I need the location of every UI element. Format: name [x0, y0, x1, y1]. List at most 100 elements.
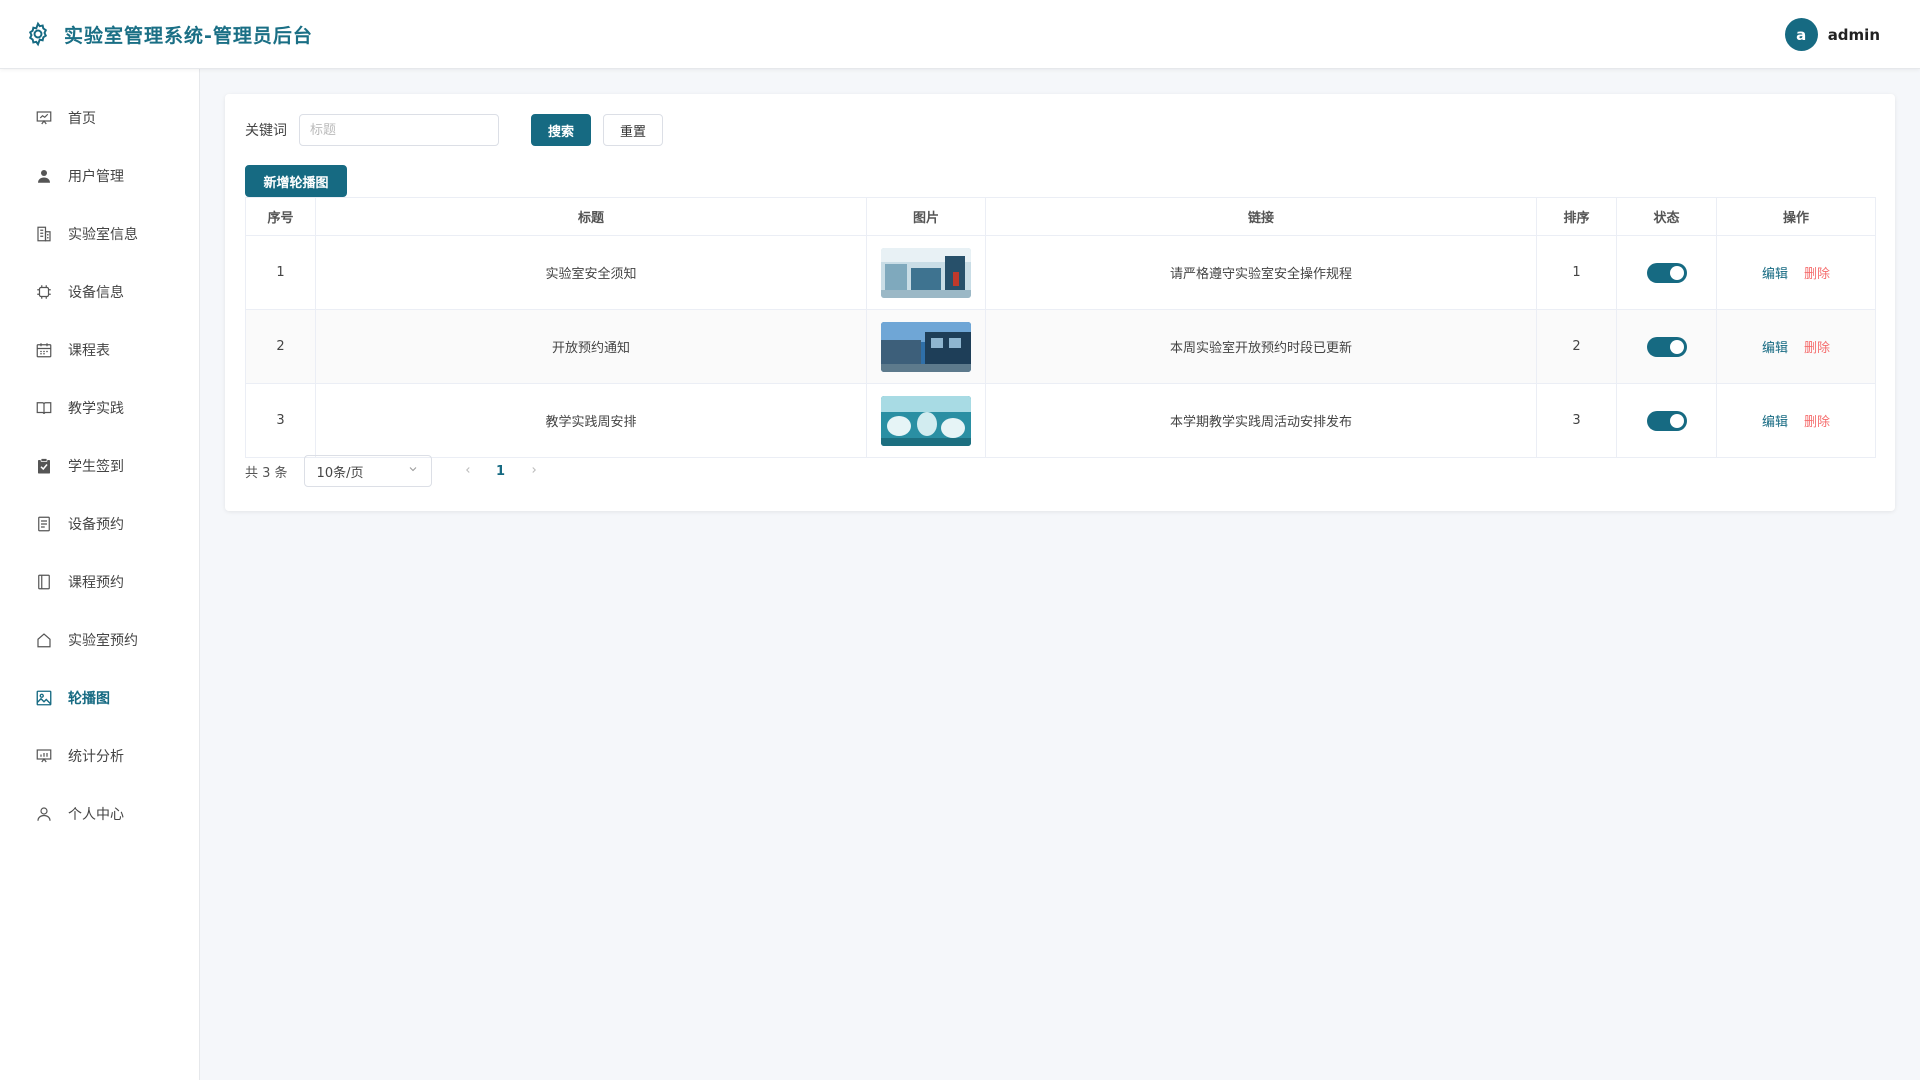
presentation-board-icon [34, 108, 54, 128]
edit-link[interactable]: 编辑 [1762, 415, 1788, 430]
cell-title: 开放预约通知 [315, 309, 867, 384]
building-icon [34, 224, 54, 244]
cell-image [866, 309, 986, 384]
toggle-knob [1669, 339, 1684, 354]
sidebar-item-home[interactable]: 首页 [0, 89, 199, 147]
cell-status [1616, 383, 1717, 458]
status-toggle[interactable] [1646, 410, 1687, 431]
carousel-thumbnail[interactable] [881, 321, 971, 372]
sidebar-item-statistics[interactable]: 统计分析 [0, 727, 199, 785]
search-bar: 关键词 搜索 重置 [245, 114, 663, 146]
carousel-thumbnail[interactable] [881, 247, 971, 298]
sidebar-item-teaching-practice[interactable]: 教学实践 [0, 379, 199, 437]
status-toggle[interactable] [1646, 336, 1687, 357]
status-toggle[interactable] [1646, 262, 1687, 283]
keyword-input[interactable] [299, 114, 499, 146]
gear-icon [24, 20, 52, 48]
house-icon [34, 630, 54, 650]
cell-image [866, 383, 986, 458]
user-menu[interactable]: a admin [1784, 18, 1880, 51]
cell-status [1616, 235, 1717, 310]
sidebar-item-label: 课程表 [68, 343, 110, 359]
cell-title: 实验室安全须知 [315, 235, 867, 310]
header-status: 状态 [1616, 197, 1717, 236]
sidebar-item-carousel[interactable]: 轮播图 [0, 669, 199, 727]
delete-link[interactable]: 删除 [1804, 415, 1830, 430]
sidebar-item-users[interactable]: 用户管理 [0, 147, 199, 205]
sidebar-item-label: 用户管理 [68, 169, 124, 185]
sidebar-item-equipment-info[interactable]: 设备信息 [0, 263, 199, 321]
edit-link[interactable]: 编辑 [1762, 341, 1788, 356]
open-book-icon [34, 398, 54, 418]
carousel-table: 序号 标题 图片 链接 排序 状态 操作 1 实验室安全须知 请严格遵守实验室安… [245, 197, 1876, 458]
add-carousel-button[interactable]: 新增轮播图 [245, 165, 347, 197]
sidebar-item-timetable[interactable]: 课程表 [0, 321, 199, 379]
chevron-left-icon [465, 467, 470, 473]
table-header-row: 序号 标题 图片 链接 排序 状态 操作 [245, 197, 1876, 236]
sidebar-item-label: 实验室预约 [68, 633, 138, 649]
sidebar-item-label: 轮播图 [68, 691, 110, 707]
sidebar-item-label: 设备预约 [68, 517, 124, 533]
sidebar: 首页 用户管理 实验室信息 设备信息 课程表 教学实践 学生签到 设备预约 课程… [0, 69, 200, 1080]
page-number-current[interactable]: 1 [480, 464, 522, 479]
sidebar-item-label: 实验室信息 [68, 227, 138, 243]
chevron-down-icon [407, 463, 419, 479]
table-row: 1 实验室安全须知 请严格遵守实验室安全操作规程 1 编辑 删除 [245, 235, 1876, 310]
sidebar-item-label: 首页 [68, 111, 96, 127]
sidebar-item-label: 教学实践 [68, 401, 124, 417]
sidebar-item-lab-info[interactable]: 实验室信息 [0, 205, 199, 263]
chip-icon [34, 282, 54, 302]
header-actions: 操作 [1716, 197, 1876, 236]
app-title: 实验室管理系统-管理员后台 [64, 24, 313, 47]
clipboard-check-icon [34, 456, 54, 476]
page-size-select[interactable]: 10条/页 [303, 455, 432, 487]
edit-link[interactable]: 编辑 [1762, 267, 1788, 282]
sidebar-item-profile[interactable]: 个人中心 [0, 785, 199, 843]
sidebar-item-lab-booking[interactable]: 实验室预约 [0, 611, 199, 669]
search-button[interactable]: 搜索 [531, 114, 591, 146]
cell-order: 3 [1536, 383, 1617, 458]
carousel-list-card: 关键词 搜索 重置 新增轮播图 序号 标题 图片 链接 排 [225, 94, 1895, 511]
prev-page-button[interactable] [456, 463, 480, 479]
sidebar-menu: 首页 用户管理 实验室信息 设备信息 课程表 教学实践 学生签到 设备预约 课程… [0, 69, 199, 843]
table-row: 2 开放预约通知 本周实验室开放预约时段已更新 2 编辑 删除 [245, 309, 1876, 384]
chevron-right-icon [531, 467, 536, 473]
top-header: 实验室管理系统-管理员后台 a admin [0, 0, 1920, 69]
cell-actions: 编辑 删除 [1716, 309, 1876, 384]
keyword-label: 关键词 [245, 123, 287, 139]
cell-order: 1 [1536, 235, 1617, 310]
cell-status [1616, 309, 1717, 384]
toggle-knob [1669, 413, 1684, 428]
page-size-value: 10条/页 [316, 465, 364, 481]
reset-button[interactable]: 重置 [603, 114, 663, 146]
sidebar-item-label: 统计分析 [68, 749, 124, 765]
cell-link: 本学期教学实践周活动安排发布 [985, 383, 1537, 458]
sidebar-item-label: 学生签到 [68, 459, 124, 475]
sidebar-item-label: 课程预约 [68, 575, 124, 591]
delete-link[interactable]: 删除 [1804, 267, 1830, 282]
cell-link: 本周实验室开放预约时段已更新 [985, 309, 1537, 384]
header-title: 标题 [315, 197, 867, 236]
document-icon [34, 514, 54, 534]
header-order: 排序 [1536, 197, 1617, 236]
calendar-icon [34, 340, 54, 360]
delete-link[interactable]: 删除 [1804, 341, 1830, 356]
avatar[interactable]: a [1784, 18, 1818, 51]
cell-index: 2 [245, 309, 316, 384]
cell-index: 3 [245, 383, 316, 458]
sidebar-item-student-checkin[interactable]: 学生签到 [0, 437, 199, 495]
cell-index: 1 [245, 235, 316, 310]
sidebar-item-label: 设备信息 [68, 285, 124, 301]
toggle-knob [1669, 265, 1684, 280]
sidebar-item-course-booking[interactable]: 课程预约 [0, 553, 199, 611]
total-count: 共 3 条 [245, 465, 288, 481]
cell-link: 请严格遵守实验室安全操作规程 [985, 235, 1537, 310]
next-page-button[interactable] [522, 463, 546, 479]
sidebar-item-label: 个人中心 [68, 807, 124, 823]
sidebar-item-equipment-booking[interactable]: 设备预约 [0, 495, 199, 553]
cell-title: 教学实践周安排 [315, 383, 867, 458]
chart-board-icon [34, 746, 54, 766]
header-image: 图片 [866, 197, 986, 236]
carousel-thumbnail[interactable] [881, 395, 971, 446]
username[interactable]: admin [1828, 26, 1880, 44]
